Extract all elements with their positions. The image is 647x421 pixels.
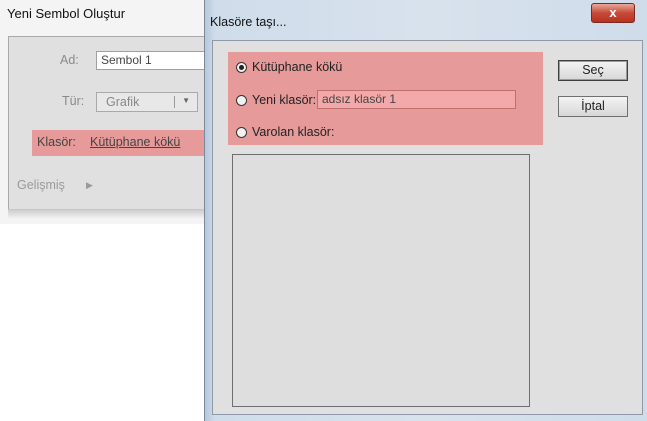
- folder-label: Klasör:: [37, 135, 76, 149]
- title-bar[interactable]: Klasöre taşı... x: [204, 0, 647, 40]
- new-symbol-dialog-title: Yeni Sembol Oluştur: [7, 6, 126, 21]
- cancel-button[interactable]: İptal: [558, 96, 628, 117]
- new-folder-label[interactable]: Yeni klasör:: [252, 93, 316, 107]
- close-button[interactable]: x: [591, 3, 635, 23]
- type-label: Tür:: [62, 94, 85, 108]
- type-select-value: Grafik: [106, 95, 140, 109]
- library-root-radio[interactable]: [236, 62, 247, 73]
- new-symbol-panel: Ad: Sembol 1 Tür: Grafik ▼ Klasör: Kütüp…: [8, 36, 221, 210]
- close-icon: x: [609, 5, 617, 20]
- folder-row-highlight: Klasör: Kütüphane kökü: [32, 130, 205, 156]
- move-to-folder-dialog: Klasöre taşı... x Kütüphane kökü Yeni kl…: [204, 0, 647, 421]
- library-root-label[interactable]: Kütüphane kökü: [252, 60, 342, 74]
- folder-link[interactable]: Kütüphane kökü: [90, 135, 180, 149]
- select-button[interactable]: Seç: [558, 60, 628, 81]
- existing-folder-label[interactable]: Varolan klasör:: [252, 125, 334, 139]
- name-label-text: Ad:: [60, 53, 79, 67]
- dialog-client-area: Kütüphane kökü Yeni klasör: adsız klasör…: [212, 40, 643, 415]
- dialog-title: Klasöre taşı...: [210, 15, 287, 29]
- type-select-separator: [174, 96, 175, 108]
- folder-list[interactable]: [232, 154, 530, 407]
- expand-arrow-icon[interactable]: ▶: [86, 180, 93, 191]
- existing-folder-radio[interactable]: [236, 127, 247, 138]
- type-select[interactable]: Grafik ▼: [96, 92, 198, 112]
- panel-shadow: [8, 209, 213, 219]
- new-symbol-dialog: Yeni Sembol Oluştur Ad: Sembol 1 Tür: Gr…: [0, 0, 221, 224]
- symbol-name-input[interactable]: Sembol 1: [96, 51, 221, 70]
- advanced-toggle[interactable]: Gelişmiş: [17, 178, 65, 192]
- chevron-down-icon: ▼: [182, 96, 190, 105]
- name-label: Ad:: [60, 53, 79, 67]
- new-folder-radio[interactable]: [236, 95, 247, 106]
- new-folder-name-input[interactable]: adsız klasör 1: [317, 90, 516, 109]
